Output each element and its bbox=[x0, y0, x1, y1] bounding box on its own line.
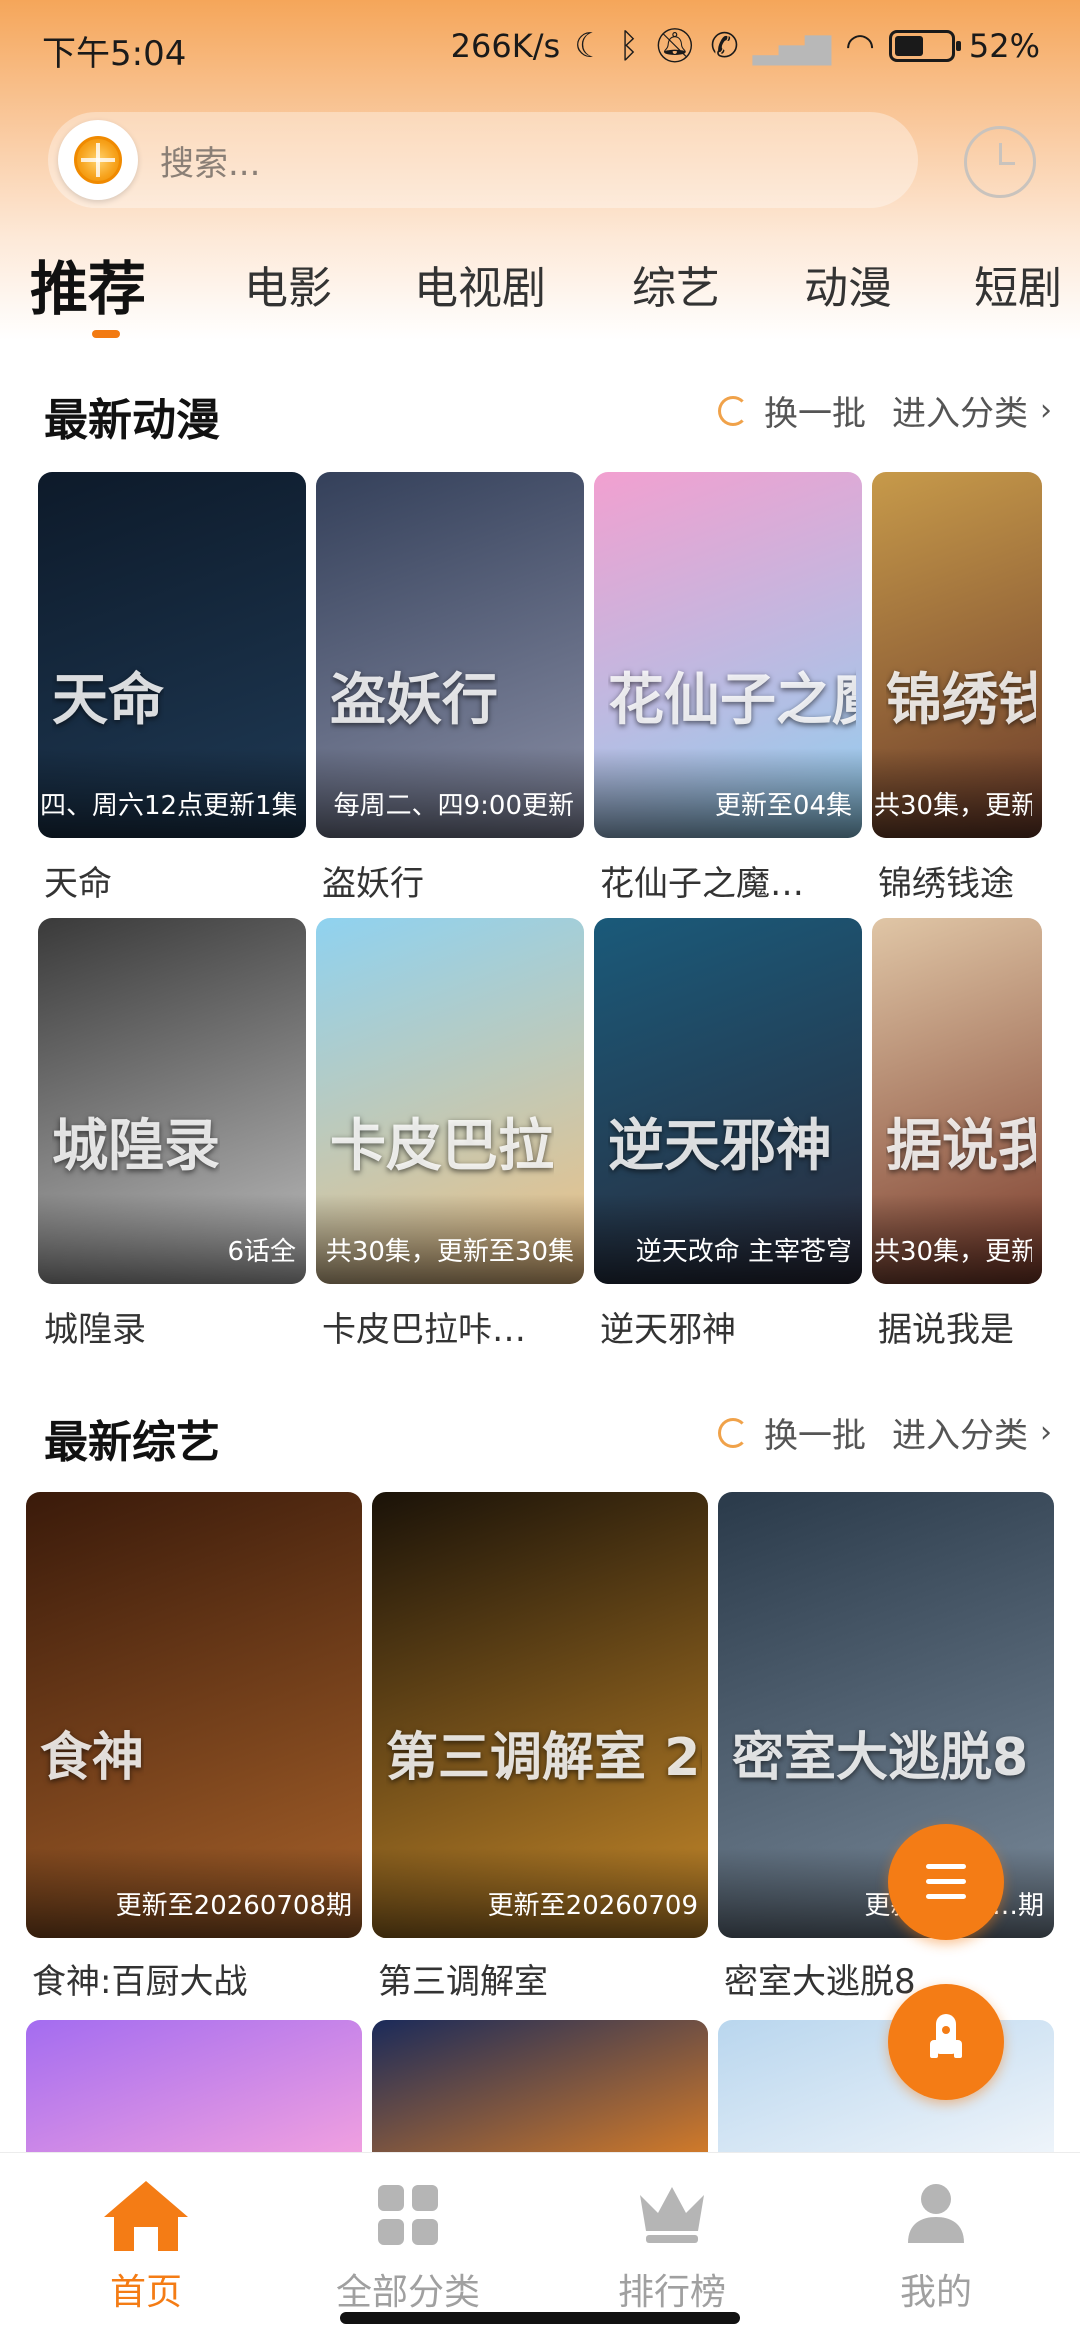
home-icon bbox=[104, 2181, 188, 2251]
user-icon bbox=[908, 2184, 964, 2243]
poster-image[interactable]: 逆天邪神逆天改命 主宰苍穹 bbox=[594, 918, 862, 1284]
tab-anime[interactable]: 动漫 bbox=[804, 252, 892, 316]
update-badge: 6话全 bbox=[227, 1237, 296, 1267]
section-title-anime: 最新动漫 bbox=[44, 395, 220, 446]
menu-icon bbox=[926, 1864, 966, 1900]
poster-title-art: 密室大逃脱8 bbox=[732, 1728, 1029, 1788]
history-clock-icon[interactable] bbox=[964, 126, 1036, 198]
search-input[interactable]: 搜索... bbox=[160, 136, 260, 185]
tab-indicator bbox=[92, 330, 120, 338]
home-indicator bbox=[340, 2312, 740, 2324]
poster-image[interactable]: 密室大逃脱8更新至202…期 bbox=[718, 1492, 1054, 1938]
battery-icon bbox=[888, 30, 961, 62]
status-bar: 下午5:04 266K/s ☾ ᛒ 🔕︎ ✆ ▂▄▆ ◠ 52% bbox=[0, 0, 1080, 96]
signal-icon: ▂▄▆ bbox=[752, 26, 832, 66]
chevron-right-icon: › bbox=[1040, 1415, 1052, 1450]
poster-image[interactable]: 卡皮巴拉共30集，更新至30集 bbox=[316, 918, 584, 1284]
poster-image[interactable]: 第三调解室 2015 更新至20260709 bbox=[372, 1492, 708, 1938]
update-badge: 逆天改命 主宰苍穹 bbox=[635, 1237, 852, 1267]
poster-title-art: 逆天邪神 bbox=[608, 1114, 832, 1179]
wifi-icon: ◠ bbox=[845, 26, 875, 66]
update-badge: 更新至20260709 bbox=[487, 1891, 698, 1921]
poster-image[interactable]: 花仙子之魔法奇幻更新至04集 bbox=[594, 472, 862, 838]
poster-image[interactable]: 天命四、周六12点更新1集 bbox=[38, 472, 306, 838]
menu-fab-button[interactable] bbox=[888, 1824, 1004, 1940]
nav-ranking[interactable]: 排行榜 bbox=[572, 2153, 772, 2313]
nav-categories-label: 全部分类 bbox=[335, 2272, 480, 2313]
update-badge: 共30集，更新 bbox=[874, 1237, 1032, 1267]
poster-title-art: 盗妖行 bbox=[330, 668, 498, 733]
poster-title-art: 天命 bbox=[52, 668, 164, 733]
tab-variety[interactable]: 综艺 bbox=[632, 252, 720, 316]
card-title: 第三调解室 bbox=[378, 1962, 548, 2002]
crown-icon bbox=[640, 2187, 704, 2243]
poster-image[interactable]: 盗妖行每周二、四9:00更新 bbox=[316, 472, 584, 838]
network-speed: 266K/s bbox=[450, 27, 561, 65]
card-title: 密室大逃脱8 bbox=[724, 1962, 916, 2002]
status-time: 下午5:04 bbox=[42, 34, 187, 74]
poster-image[interactable]: 城隍录 6话全 bbox=[38, 918, 306, 1284]
tab-recommend[interactable]: 推荐 bbox=[30, 242, 146, 326]
tab-tv-series[interactable]: 电视剧 bbox=[414, 252, 546, 316]
mute-icon: 🔕︎ bbox=[653, 26, 697, 66]
grid-icon bbox=[378, 2185, 438, 2245]
scroll-top-fab-button[interactable] bbox=[888, 1984, 1004, 2100]
card-title: 花仙子之魔… bbox=[600, 864, 804, 904]
orange-icon bbox=[74, 136, 122, 184]
call-icon: ✆ bbox=[710, 26, 739, 66]
poster-image[interactable]: 据说我是共30集，更新 bbox=[872, 918, 1042, 1284]
card-title: 卡皮巴拉咔… bbox=[322, 1310, 526, 1350]
status-icons: 266K/s ☾ ᛒ 🔕︎ ✆ ▂▄▆ ◠ 52% bbox=[451, 24, 1040, 68]
card-title: 逆天邪神 bbox=[600, 1310, 736, 1350]
nav-profile[interactable]: 我的 bbox=[836, 2153, 1036, 2313]
nav-home[interactable]: 首页 bbox=[46, 2153, 246, 2313]
category-tabs: 推荐 电影 电视剧 综艺 动漫 短剧 bbox=[0, 240, 1080, 340]
update-badge: 四、周六12点更新1集 bbox=[40, 791, 296, 821]
card-title: 城隍录 bbox=[44, 1310, 146, 1350]
card-title: 食神:百厨大战 bbox=[32, 1962, 248, 2002]
update-badge: 更新至20260708期 bbox=[115, 1891, 352, 1921]
search-bar[interactable]: 搜索... bbox=[48, 112, 918, 208]
nav-home-label: 首页 bbox=[109, 2272, 182, 2313]
media-card-partial[interactable] bbox=[372, 2020, 708, 2152]
card-title: 据说我是 bbox=[878, 1310, 1014, 1350]
enter-category-link[interactable]: 进入分类 bbox=[892, 386, 1028, 435]
nav-all-categories[interactable]: 全部分类 bbox=[308, 2153, 508, 2313]
poster-image[interactable]: 食神更新至20260708期 bbox=[26, 1492, 362, 1938]
poster-title-art: 第三调解室 2015 bbox=[386, 1728, 702, 1788]
refresh-button[interactable]: 换一批 bbox=[764, 386, 866, 435]
nav-ranking-label: 排行榜 bbox=[617, 2272, 726, 2313]
poster-title-art: 卡皮巴拉 bbox=[330, 1114, 554, 1179]
refresh-icon bbox=[718, 1417, 748, 1448]
poster-title-art: 锦绣钱 bbox=[886, 668, 1036, 733]
moon-icon: ☾ bbox=[574, 26, 605, 66]
app-logo[interactable] bbox=[58, 120, 138, 200]
update-badge: 共30集，更新至30集 bbox=[325, 1237, 574, 1267]
poster-title-art: 花仙子之魔法奇幻 bbox=[608, 668, 856, 733]
bluetooth-icon: ᛒ bbox=[618, 26, 640, 66]
poster-title-art: 城隍录 bbox=[52, 1114, 220, 1179]
card-title: 盗妖行 bbox=[322, 864, 424, 904]
tab-movies[interactable]: 电影 bbox=[244, 252, 332, 316]
update-badge: 更新至04集 bbox=[714, 791, 852, 821]
nav-profile-label: 我的 bbox=[899, 2272, 972, 2313]
rocket-icon bbox=[930, 2014, 962, 2066]
poster-title-art: 据说我是 bbox=[886, 1114, 1036, 1179]
poster-image[interactable]: 锦绣钱共30集，更新 bbox=[872, 472, 1042, 838]
enter-category-link[interactable]: 进入分类 bbox=[892, 1408, 1028, 1457]
card-title: 锦绣钱途 bbox=[878, 864, 1014, 904]
battery-percent: 52% bbox=[968, 27, 1040, 65]
refresh-icon bbox=[718, 395, 748, 426]
section-actions-variety: 换一批 进入分类 › bbox=[718, 1408, 1052, 1457]
tab-short-drama[interactable]: 短剧 bbox=[974, 252, 1062, 316]
card-title: 天命 bbox=[44, 864, 112, 904]
section-title-variety: 最新综艺 bbox=[44, 1417, 220, 1468]
update-badge: 每周二、四9:00更新 bbox=[333, 791, 574, 821]
section-actions-anime: 换一批 进入分类 › bbox=[718, 386, 1052, 435]
poster-title-art: 食神 bbox=[40, 1728, 145, 1788]
media-card-partial[interactable] bbox=[26, 2020, 362, 2152]
chevron-right-icon: › bbox=[1040, 393, 1052, 428]
refresh-button[interactable]: 换一批 bbox=[764, 1408, 866, 1457]
update-badge: 共30集，更新 bbox=[874, 791, 1032, 821]
